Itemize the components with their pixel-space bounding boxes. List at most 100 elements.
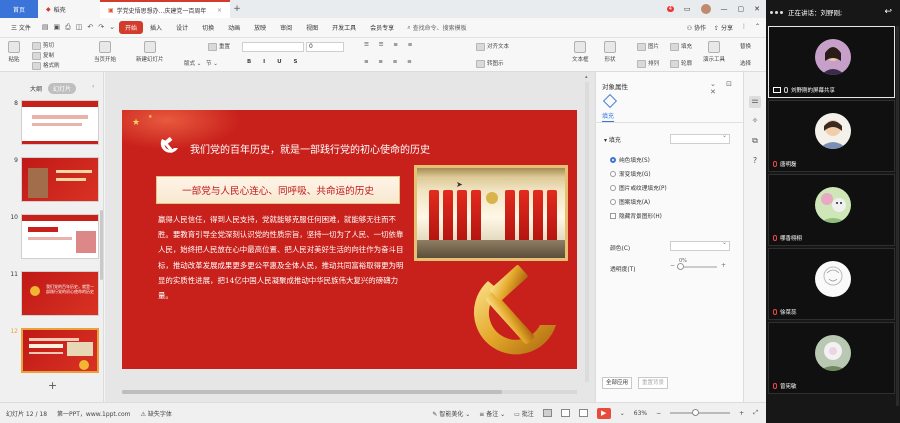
- zoom-slider[interactable]: [670, 409, 731, 416]
- participant-tile[interactable]: 刘野刚的屏幕共享: [768, 26, 895, 98]
- option-gradient-fill[interactable]: 渐变填充(G): [610, 169, 651, 178]
- share-button[interactable]: ⇪ 分享: [714, 23, 733, 32]
- collapse-panel-icon[interactable]: ‹: [92, 83, 94, 90]
- slide-thumb-12[interactable]: 12: [8, 328, 99, 373]
- slide-thumb-11[interactable]: 11 我们党的百年历史，就是一部践行党的初心使命的历史: [8, 271, 99, 316]
- outline-button[interactable]: 轮廓: [670, 59, 692, 68]
- panel-controls[interactable]: ⌄ ⊡ ✕: [710, 80, 743, 96]
- participant-tile[interactable]: 曾宪敏: [768, 322, 895, 394]
- radio-gradient[interactable]: [610, 170, 616, 177]
- paragraph-buttons[interactable]: ☰ ☰ ≡ ≡: [364, 42, 416, 48]
- zoom-out-button[interactable]: −: [656, 410, 661, 417]
- new-tab-button[interactable]: +: [230, 4, 244, 14]
- menu-transition[interactable]: 切换: [195, 23, 221, 32]
- tab-docer[interactable]: ◆ 稻壳: [38, 0, 100, 18]
- copy-button[interactable]: 复制: [32, 51, 54, 60]
- minimize-icon[interactable]: —: [721, 5, 728, 13]
- menu-design[interactable]: 设计: [169, 23, 195, 32]
- user-avatar[interactable]: [700, 4, 711, 14]
- apply-all-button[interactable]: 全部应用: [602, 377, 633, 389]
- more-icon[interactable]: ⌄: [109, 23, 115, 32]
- fill-button[interactable]: 填充: [670, 42, 692, 51]
- open-icon[interactable]: ▤: [42, 23, 49, 32]
- tab-home[interactable]: 首页: [0, 0, 38, 18]
- layout-icon[interactable]: ▭: [684, 5, 691, 13]
- menu-start[interactable]: 开始: [119, 21, 144, 34]
- section-button[interactable]: 节 ⌄: [206, 59, 218, 67]
- textbox-button[interactable]: 文本框: [572, 41, 589, 63]
- missing-font-button[interactable]: ⚠ 缺失字体: [141, 409, 172, 418]
- smart-art-button[interactable]: 转图示: [476, 59, 504, 68]
- zoom-knob[interactable]: [692, 409, 700, 416]
- tab-outline[interactable]: 大纲: [30, 84, 42, 93]
- undo-icon[interactable]: ↶: [87, 23, 93, 32]
- smart-beautify-button[interactable]: ✎ 智能美化 ⌄: [432, 409, 470, 418]
- reset-background-button[interactable]: 重置背景: [638, 377, 669, 389]
- properties-icon[interactable]: ⚌: [749, 96, 761, 108]
- reading-view-button[interactable]: [578, 409, 588, 417]
- slide-thumb-8[interactable]: 8: [8, 100, 99, 145]
- participant-tile[interactable]: 徐菜蕊: [768, 248, 895, 320]
- play-from-current-button[interactable]: 当页开始: [94, 41, 116, 63]
- collab-button[interactable]: ⚇ 协作: [687, 23, 706, 32]
- option-picture-fill[interactable]: 图片或纹理填充(P): [610, 183, 667, 192]
- zoom-in-button[interactable]: +: [739, 410, 744, 417]
- preview-icon[interactable]: ◫: [76, 23, 83, 32]
- return-icon[interactable]: ↩: [884, 7, 892, 17]
- select-button[interactable]: 选择: [740, 59, 751, 67]
- print-icon[interactable]: ⎙: [65, 23, 71, 32]
- tab-fill[interactable]: 填充: [602, 111, 615, 122]
- cut-button[interactable]: 剪切: [32, 41, 54, 50]
- file-menu[interactable]: 三 文件: [4, 23, 38, 32]
- maximize-icon[interactable]: ▢: [738, 5, 745, 13]
- reset-button[interactable]: 重置: [208, 42, 230, 51]
- notes-button[interactable]: ≡ 备注 ⌄: [479, 409, 505, 418]
- increase-transparency-button[interactable]: +: [721, 262, 726, 269]
- close-window-icon[interactable]: ✕: [754, 5, 760, 13]
- pin-icon[interactable]: ✧: [749, 116, 761, 128]
- party-emblem-image[interactable]: [460, 263, 568, 363]
- theme-name[interactable]: 第一PPT，www.1ppt.com: [57, 409, 131, 418]
- redo-icon[interactable]: ↷: [98, 23, 104, 32]
- slide-thumb-9[interactable]: 9: [8, 157, 99, 202]
- thumbnail-scrollbar[interactable]: [100, 210, 103, 280]
- menu-slideshow[interactable]: 放映: [247, 23, 273, 32]
- help-icon[interactable]: ?: [749, 156, 761, 168]
- normal-view-button[interactable]: [542, 409, 552, 417]
- slide-thumb-10[interactable]: 10: [8, 214, 99, 259]
- canvas-horizontal-scrollbar[interactable]: [122, 390, 577, 394]
- color-dropdown[interactable]: [670, 239, 730, 251]
- menu-vip[interactable]: 会员专享: [363, 23, 401, 32]
- menu-insert[interactable]: 插入: [143, 23, 169, 32]
- paste-button[interactable]: 粘贴: [8, 41, 20, 63]
- close-tab-icon[interactable]: ×: [217, 7, 222, 14]
- format-painter-button[interactable]: 格式刷: [32, 61, 60, 70]
- radio-solid[interactable]: [610, 156, 616, 163]
- radio-picture[interactable]: [610, 184, 616, 191]
- canvas-vertical-scrollbar[interactable]: [585, 82, 589, 382]
- assembly-hall-photo[interactable]: ➤: [414, 165, 568, 261]
- replace-button[interactable]: 替换: [740, 42, 751, 50]
- participant-tile[interactable]: 哪香栩栩: [768, 174, 895, 246]
- command-search[interactable]: ⌕ 查找命令、搜索模板: [407, 23, 466, 33]
- slider-knob[interactable]: [677, 263, 684, 270]
- menu-developer[interactable]: 开发工具: [325, 23, 363, 32]
- collapse-ribbon-icon[interactable]: ⌃: [755, 23, 760, 32]
- new-slide-button[interactable]: 新建幻灯片: [136, 41, 164, 63]
- option-solid-fill[interactable]: 纯色填充(S): [610, 155, 650, 164]
- shape-button[interactable]: 形状: [604, 41, 616, 63]
- copy-style-icon[interactable]: ⧉: [749, 136, 761, 148]
- fill-type-dropdown[interactable]: [670, 132, 730, 144]
- more-menu-icon[interactable]: ⋮: [741, 23, 747, 32]
- font-family-select[interactable]: [242, 42, 304, 52]
- fill-section-label[interactable]: ▾ 填充: [604, 135, 621, 144]
- tab-document[interactable]: ▣ 学党史悟思想办...庆建党一百周年 ×: [100, 0, 230, 18]
- zoom-value[interactable]: 63%: [634, 410, 647, 417]
- sorter-view-button[interactable]: [560, 409, 570, 417]
- scroll-up-icon[interactable]: ▴: [585, 74, 588, 80]
- align-buttons[interactable]: ≡ ≡ ≡ ≡: [364, 59, 416, 65]
- comments-button[interactable]: ▭ 批注: [514, 409, 534, 418]
- image-button[interactable]: 图片: [637, 42, 659, 51]
- presentation-tools-button[interactable]: 演示工具: [703, 41, 725, 63]
- option-pattern-fill[interactable]: 图案填充(A): [610, 197, 650, 206]
